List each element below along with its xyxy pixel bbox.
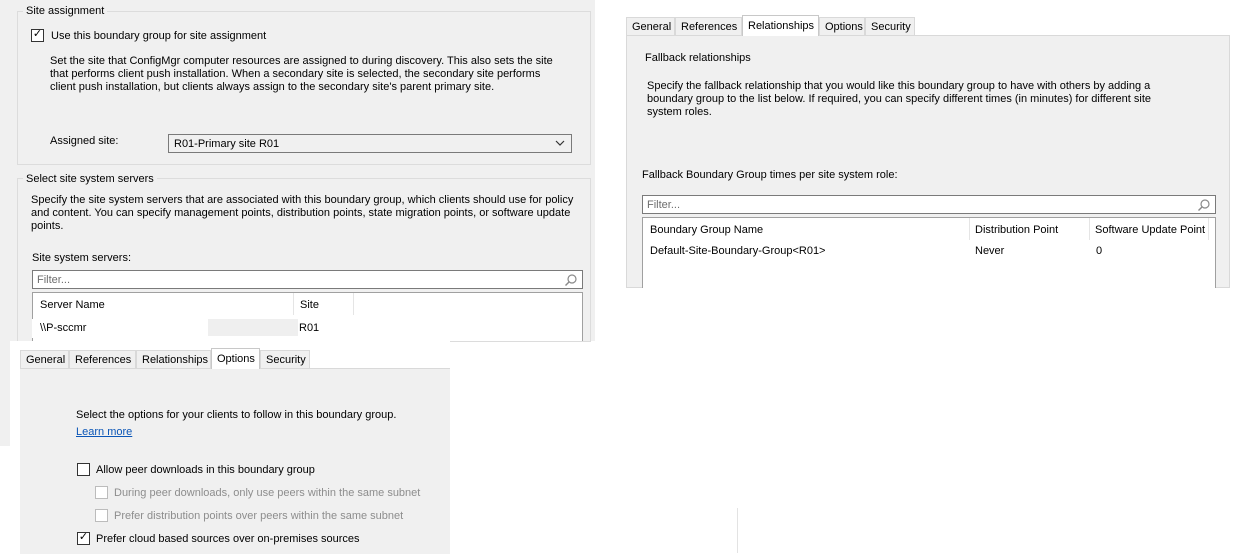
same-subnet-peers-label[interactable]: During peer downloads, only use peers wi… [114, 487, 420, 500]
allow-peer-downloads-label[interactable]: Allow peer downloads in this boundary gr… [96, 464, 315, 477]
site-assignment-description: Set the site that ConfigMgr computer res… [50, 55, 553, 93]
distribution-point-cell: Never [975, 245, 1005, 257]
tab-relationships[interactable]: Relationships [136, 350, 211, 368]
server-name-cell: \\P-sccmr [40, 322, 87, 334]
assigned-site-label: Assigned site: [50, 135, 119, 147]
options-intro: Select the options for your clients to f… [76, 409, 397, 421]
column-separator [1208, 218, 1209, 240]
divider [737, 508, 738, 553]
tab-general[interactable]: General [20, 350, 69, 368]
column-header-boundary-group-name[interactable]: Boundary Group Name [650, 224, 763, 236]
chevron-down-icon [555, 138, 565, 151]
boundary-group-name-cell: Default-Site-Boundary-Group<R01> [650, 245, 826, 257]
row-highlight [208, 319, 298, 336]
prefer-dp-over-peers-label[interactable]: Prefer distribution points over peers wi… [114, 510, 403, 523]
checkmark-icon: ✓ [78, 531, 89, 543]
same-subnet-peers-checkbox[interactable] [95, 486, 108, 499]
assigned-site-dropdown[interactable]: R01-Primary site R01 [168, 134, 572, 153]
allow-peer-downloads-checkbox[interactable] [77, 463, 90, 476]
use-boundary-group-label[interactable]: Use this boundary group for site assignm… [51, 30, 266, 43]
filter-placeholder: Filter... [37, 274, 71, 286]
prefer-dp-over-peers-checkbox[interactable] [95, 509, 108, 522]
tab-options[interactable]: Options [819, 17, 865, 35]
fallback-relationships-description: Specify the fallback relationship that y… [647, 80, 1152, 118]
tab-general[interactable]: General [626, 17, 675, 35]
checkmark-icon: ✓ [32, 28, 43, 40]
prefer-cloud-sources-label[interactable]: Prefer cloud based sources over on-premi… [96, 533, 360, 546]
search-icon [1197, 198, 1211, 215]
tab-relationships[interactable]: Relationships [742, 15, 819, 36]
site-system-servers-description: Specify the site system servers that are… [31, 194, 574, 232]
column-separator [293, 293, 294, 315]
filter-placeholder: Filter... [647, 199, 681, 211]
servers-filter-input[interactable]: Filter... [32, 270, 583, 289]
tab-security[interactable]: Security [260, 350, 310, 368]
fallback-times-label: Fallback Boundary Group times per site s… [642, 169, 898, 181]
column-header-distribution-point[interactable]: Distribution Point [975, 224, 1058, 236]
column-separator [353, 293, 354, 315]
learn-more-link[interactable]: Learn more [76, 426, 132, 439]
column-header-site[interactable]: Site [300, 299, 319, 311]
column-separator [969, 218, 970, 240]
assigned-site-value: R01-Primary site R01 [174, 138, 280, 150]
column-header-software-update-point[interactable]: Software Update Point [1095, 224, 1205, 236]
fallback-boundary-groups-list: Boundary Group Name Distribution Point S… [642, 217, 1216, 288]
column-separator [1089, 218, 1090, 240]
site-cell: R01 [299, 322, 320, 334]
software-update-point-cell: 0 [1096, 245, 1103, 257]
tab-security[interactable]: Security [865, 17, 915, 35]
tab-references[interactable]: References [675, 17, 742, 35]
use-boundary-group-checkbox[interactable]: ✓ [31, 29, 44, 42]
options-left-margin [0, 341, 10, 446]
fallback-filter-input[interactable]: Filter... [642, 195, 1216, 214]
site-system-servers-label: Site system servers: [32, 252, 132, 264]
options-tab-content [20, 368, 450, 554]
site-system-servers-group-title: Select site system servers [23, 173, 157, 185]
table-row[interactable]: Default-Site-Boundary-Group<R01> Never 0 [643, 242, 1215, 260]
column-header-server-name[interactable]: Server Name [40, 299, 105, 311]
prefer-cloud-sources-checkbox[interactable]: ✓ [77, 532, 90, 545]
fallback-relationships-heading: Fallback relationships [645, 52, 751, 64]
tab-options[interactable]: Options [211, 348, 260, 369]
search-icon [564, 273, 578, 290]
table-row[interactable]: \\P-sccmr R01 [32, 319, 354, 338]
tab-references[interactable]: References [69, 350, 136, 368]
site-assignment-group-title: Site assignment [23, 5, 108, 17]
